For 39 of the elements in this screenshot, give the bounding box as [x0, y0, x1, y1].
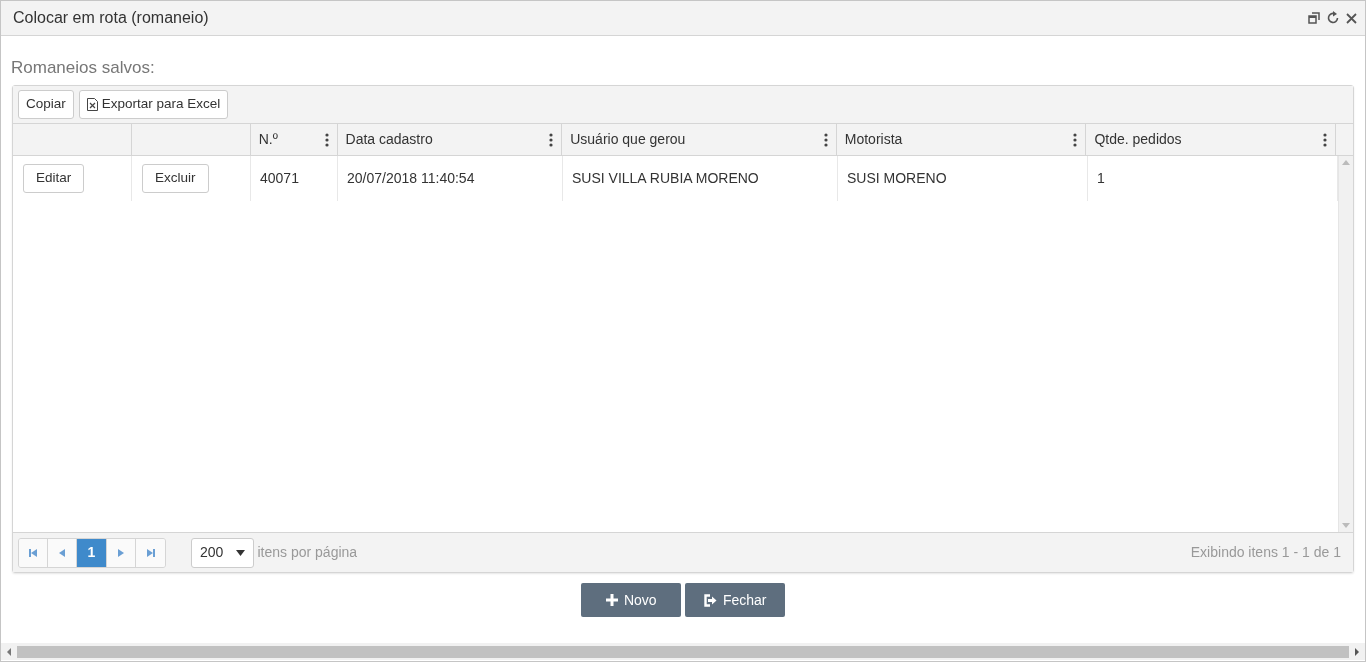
page-size-dropdown[interactable]: 200: [191, 537, 254, 568]
column-header[interactable]: Data cadastro: [345, 129, 433, 150]
column-menu-icon[interactable]: [549, 132, 554, 147]
column-menu-icon[interactable]: [823, 132, 828, 147]
plus-icon: [605, 594, 618, 606]
last-page-icon[interactable]: [146, 548, 155, 557]
close-button[interactable]: Fechar: [684, 583, 785, 617]
column-header[interactable]: N.º: [258, 129, 278, 150]
window-title: Colocar em rota (romaneio): [13, 8, 210, 28]
close-icon[interactable]: [1346, 12, 1357, 24]
previous-page-icon[interactable]: [58, 548, 66, 557]
edit-button[interactable]: Editar: [23, 164, 85, 193]
section-label: Romaneios salvos:: [11, 57, 156, 79]
table-cell-text: SUSI VILLA RUBIA MORENO: [572, 169, 759, 188]
column-header[interactable]: Motorista: [844, 129, 903, 150]
excel-file-icon: [86, 98, 98, 111]
column-menu-icon[interactable]: [1073, 132, 1078, 147]
table-cell-text: 40071: [260, 169, 299, 188]
page-button[interactable]: 1: [77, 538, 107, 567]
next-page-icon[interactable]: [117, 548, 125, 557]
horizontal-scrollbar[interactable]: [1, 643, 1365, 660]
page-size-label: itens por página: [257, 543, 358, 562]
table-cell-text: 20/07/2018 11:40:54: [347, 169, 475, 188]
refresh-icon[interactable]: [1326, 11, 1340, 25]
table-cell-text: 1: [1097, 169, 1105, 188]
pager-summary: Exibindo itens 1 - 1 de 1: [1190, 543, 1341, 562]
table-cell-text: SUSI MORENO: [847, 169, 947, 188]
copy-button[interactable]: Copiar: [18, 90, 74, 119]
column-header[interactable]: Usuário que gerou: [570, 129, 686, 150]
export-excel-button[interactable]: Exportar para Excel: [78, 90, 229, 119]
first-page-icon[interactable]: [29, 548, 37, 557]
exit-icon: [702, 593, 717, 607]
restore-icon[interactable]: [1308, 12, 1320, 24]
delete-button[interactable]: Excluir: [142, 164, 209, 193]
column-menu-icon[interactable]: [1323, 132, 1327, 147]
column-menu-icon[interactable]: [324, 132, 329, 147]
caret-icon: [236, 549, 245, 556]
column-header[interactable]: Qtde. pedidos: [1094, 129, 1182, 150]
new-button[interactable]: Novo: [581, 583, 682, 617]
